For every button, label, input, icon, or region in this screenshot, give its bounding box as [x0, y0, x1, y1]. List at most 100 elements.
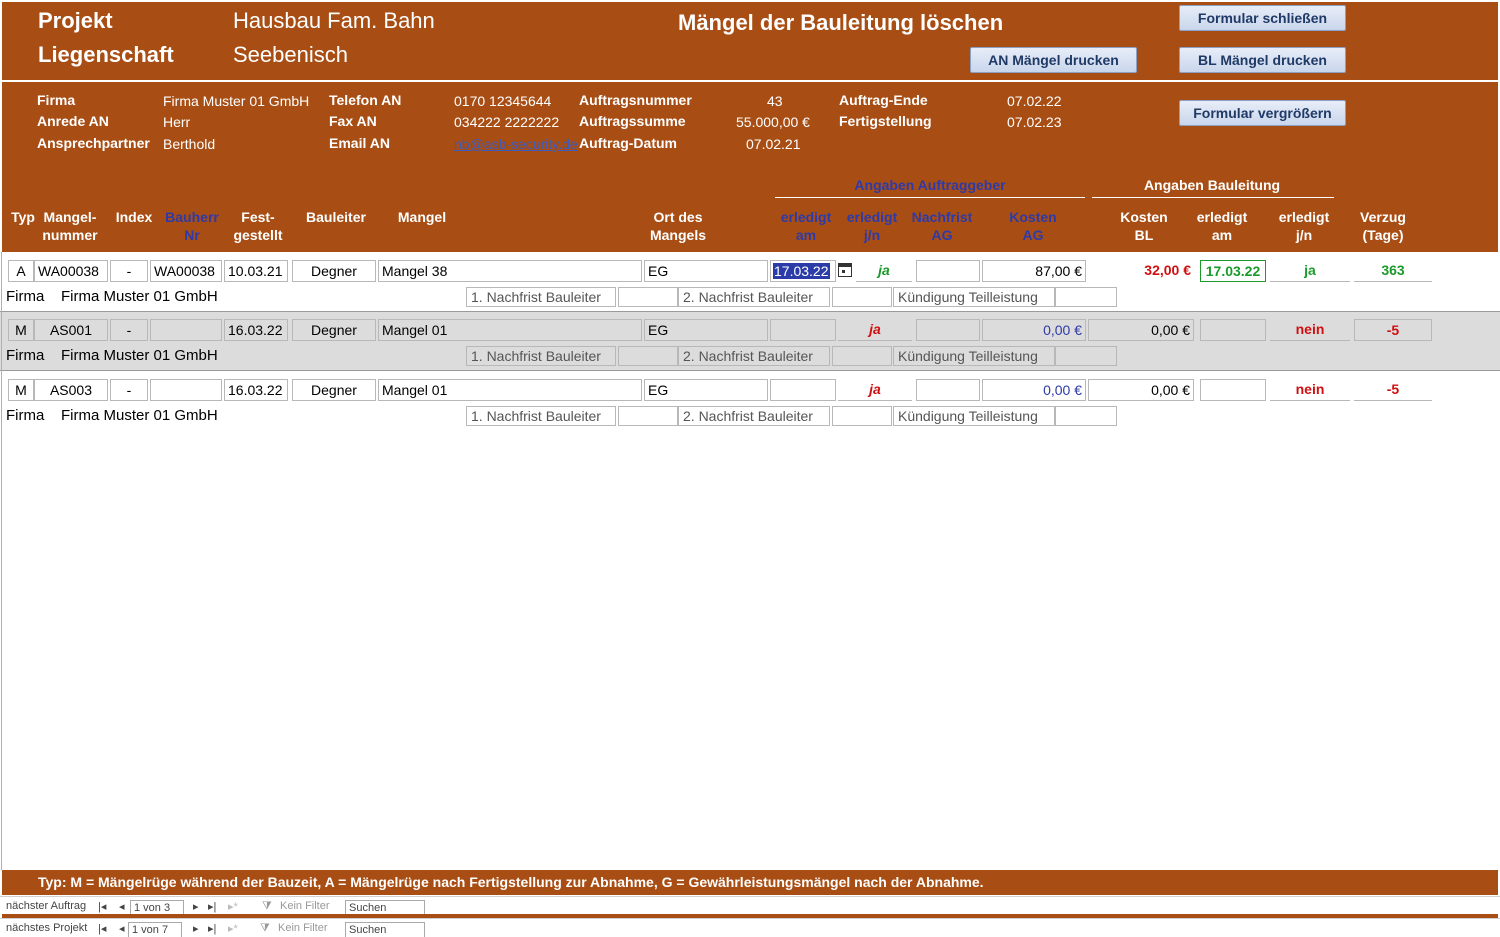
col-erledigt-am: erledigt am: [780, 209, 832, 243]
row-firma-label: Firma: [6, 288, 45, 305]
kosten-ag-field[interactable]: 87,00 €: [982, 260, 1086, 282]
kosten-bl-field[interactable]: 0,00 €: [1088, 379, 1194, 401]
nachfrist-field[interactable]: [916, 260, 980, 282]
bauherr-field[interactable]: [150, 379, 222, 401]
kosten-ag-field[interactable]: 0,00 €: [982, 379, 1086, 401]
mangel-field[interactable]: Mangel 01: [378, 379, 642, 401]
festgestellt-field[interactable]: 16.03.22: [224, 319, 288, 341]
filter-status[interactable]: Kein Filter: [280, 900, 330, 912]
type-legend: Typ: M = Mängelrüge während der Bauzeit,…: [38, 874, 984, 890]
bauleiter-field[interactable]: Degner: [292, 319, 376, 341]
kuendigung-field[interactable]: [1055, 287, 1117, 307]
kosten-ag-field[interactable]: 0,00 €: [982, 319, 1086, 341]
firma-value: Firma Muster 01 GmbH: [163, 93, 310, 109]
projekt-label: Projekt: [38, 8, 113, 33]
ort-field[interactable]: EG: [644, 379, 768, 401]
mangelnr-field[interactable]: AS001: [34, 319, 108, 341]
kosten-bl-field[interactable]: 0,00 €: [1088, 319, 1194, 341]
enlarge-form-button[interactable]: Formular vergrößern: [1179, 100, 1346, 126]
erledigt-jn-field[interactable]: ja: [838, 379, 912, 401]
search-input[interactable]: Suchen: [345, 922, 425, 937]
index-field[interactable]: -: [110, 260, 148, 282]
next-record-icon[interactable]: ▸: [193, 922, 199, 935]
bauherr-field[interactable]: WA00038: [150, 260, 222, 282]
mangelnr-field[interactable]: AS003: [34, 379, 108, 401]
festgestellt-field[interactable]: 10.03.21: [224, 260, 288, 282]
col-festgestellt: Fest-gestellt: [233, 209, 283, 243]
bl-erledigt-jn-field[interactable]: nein: [1270, 379, 1350, 401]
nachfrist2-label: 2. Nachfrist Bauleiter: [678, 346, 830, 366]
filter-status[interactable]: Kein Filter: [278, 922, 328, 934]
nachfrist2-field[interactable]: [832, 406, 892, 426]
last-record-icon[interactable]: ▸|: [208, 922, 216, 935]
kuendigung-field[interactable]: [1055, 406, 1117, 426]
filter-icon[interactable]: ⧩: [262, 900, 272, 913]
group-ag-underline: [775, 197, 1085, 198]
nachfrist1-field[interactable]: [618, 287, 678, 307]
prev-record-icon[interactable]: ◂: [119, 922, 125, 935]
festgestellt-field[interactable]: 16.03.22: [224, 379, 288, 401]
erledigt-am-field[interactable]: 17.03.22: [770, 260, 836, 282]
ort-field[interactable]: EG: [644, 260, 768, 282]
liegenschaft-label: Liegenschaft: [38, 42, 174, 67]
bl-erledigt-jn-field[interactable]: ja: [1270, 260, 1350, 282]
bl-erledigt-jn-field[interactable]: nein: [1270, 319, 1350, 341]
new-record-icon[interactable]: ▸*: [228, 922, 238, 935]
email-link[interactable]: nb@asb-security.de: [454, 136, 578, 152]
kosten-bl-field[interactable]: 32,00 €: [1088, 260, 1194, 282]
bl-print-button[interactable]: BL Mängel drucken: [1179, 47, 1346, 73]
record-counter[interactable]: 1 von 7: [128, 922, 182, 937]
auftragsnr-value: 43: [767, 93, 783, 109]
bl-erledigt-am-field[interactable]: [1200, 319, 1266, 341]
fertig-label: Fertigstellung: [839, 113, 932, 129]
nachfrist1-field[interactable]: [618, 346, 678, 366]
first-record-icon[interactable]: |◂: [98, 922, 106, 935]
an-print-button[interactable]: AN Mängel drucken: [970, 47, 1137, 73]
prev-record-icon[interactable]: ◂: [119, 900, 125, 913]
nachfrist-field[interactable]: [916, 319, 980, 341]
bl-erledigt-am-field[interactable]: [1200, 379, 1266, 401]
calendar-icon[interactable]: [838, 263, 852, 277]
bauherr-field[interactable]: [150, 319, 222, 341]
anrede-value: Herr: [163, 114, 191, 130]
group-ag-header: Angaben Auftraggeber: [854, 177, 1006, 193]
nachfrist-field[interactable]: [916, 379, 980, 401]
erledigt-jn-field[interactable]: ja: [838, 319, 912, 341]
auftragssumme-value: 55.000,00 €: [736, 114, 810, 130]
first-record-icon[interactable]: |◂: [98, 900, 106, 913]
erledigt-am-field[interactable]: [770, 319, 836, 341]
nachfrist2-field[interactable]: [832, 346, 892, 366]
bauleiter-field[interactable]: Degner: [292, 379, 376, 401]
mangel-field[interactable]: Mangel 01: [378, 319, 642, 341]
typ-field[interactable]: M: [8, 379, 34, 401]
close-form-button[interactable]: Formular schließen: [1179, 5, 1346, 31]
index-field[interactable]: -: [110, 379, 148, 401]
telefon-label: Telefon AN: [329, 92, 402, 108]
typ-field[interactable]: M: [8, 319, 34, 341]
row-firma-value: Firma Muster 01 GmbH: [61, 347, 218, 364]
next-record-icon[interactable]: ▸: [193, 900, 199, 913]
col-mangelnr: Mangel-nummer: [42, 209, 98, 243]
verzug-field: -5: [1354, 319, 1432, 341]
row-firma-label: Firma: [6, 407, 45, 424]
bl-erledigt-am-field[interactable]: 17.03.22: [1200, 260, 1266, 282]
erledigt-jn-field[interactable]: ja: [856, 260, 912, 282]
kuendigung-label: Kündigung Teilleistung: [893, 406, 1055, 426]
row-firma-value: Firma Muster 01 GmbH: [61, 407, 218, 424]
mangelnr-field[interactable]: WA00038: [34, 260, 108, 282]
nachfrist1-field[interactable]: [618, 406, 678, 426]
ort-field[interactable]: EG: [644, 319, 768, 341]
last-record-icon[interactable]: ▸|: [208, 900, 216, 913]
nachfrist2-field[interactable]: [832, 287, 892, 307]
new-record-icon[interactable]: ▸*: [228, 900, 238, 913]
erledigt-am-field[interactable]: [770, 379, 836, 401]
filter-icon[interactable]: ⧩: [260, 922, 270, 935]
nachfrist1-label: 1. Nachfrist Bauleiter: [466, 406, 616, 426]
bauleiter-field[interactable]: Degner: [292, 260, 376, 282]
index-field[interactable]: -: [110, 319, 148, 341]
mangel-field[interactable]: Mangel 38: [378, 260, 642, 282]
verzug-field: 363: [1354, 260, 1432, 282]
typ-field[interactable]: A: [8, 260, 34, 282]
kuendigung-field[interactable]: [1055, 346, 1117, 366]
col-typ: Typ: [11, 209, 35, 225]
